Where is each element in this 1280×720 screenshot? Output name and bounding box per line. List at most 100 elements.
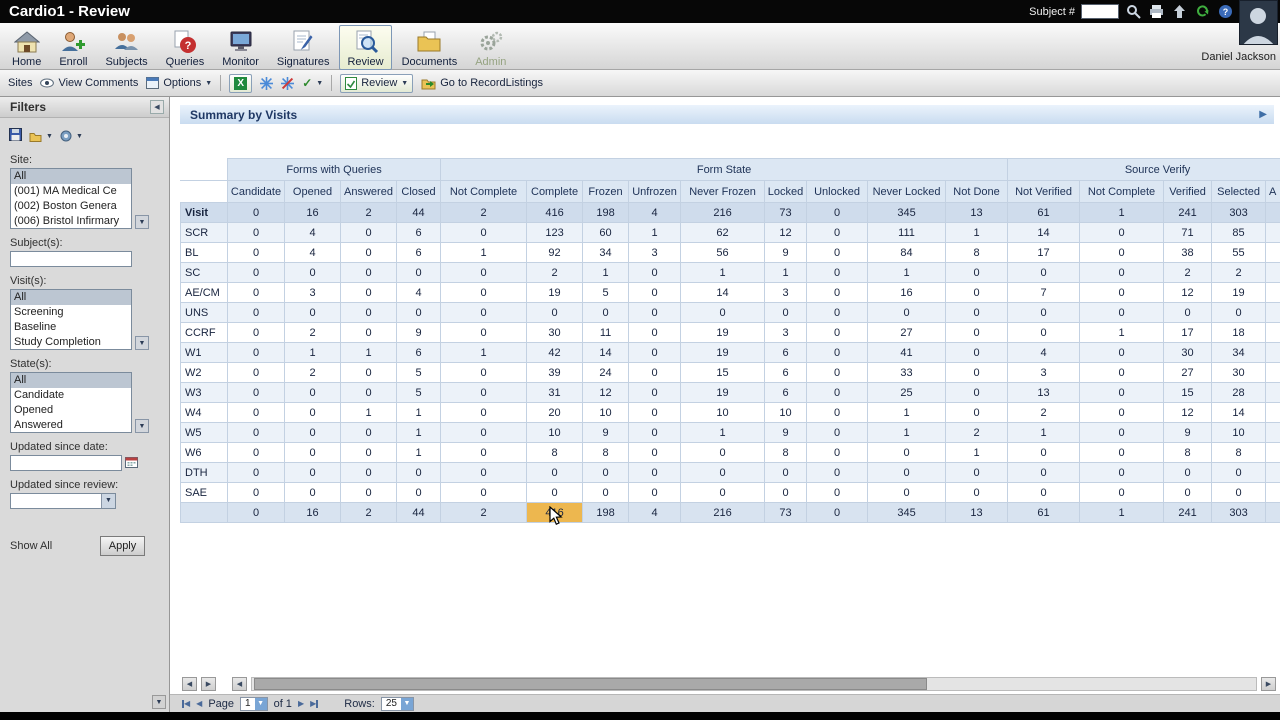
summary-cell[interactable]: 0 xyxy=(806,422,869,443)
summary-cell[interactable]: 0 xyxy=(806,222,869,243)
summary-cell[interactable]: 0 xyxy=(1007,462,1081,483)
summary-cell[interactable]: 34 xyxy=(582,242,630,263)
summary-cell[interactable]: 0 xyxy=(582,482,630,503)
summary-cell[interactable]: 0 xyxy=(340,222,397,243)
summary-cell[interactable]: 0 xyxy=(806,322,869,343)
summary-cell[interactable]: 0 xyxy=(628,302,682,323)
summary-cell[interactable]: 0 xyxy=(440,262,528,283)
summary-cell[interactable]: 0 xyxy=(945,402,1009,423)
summary-cell[interactable]: 0 xyxy=(1163,302,1213,323)
verify-button[interactable]: ✓ ▼ xyxy=(302,76,323,90)
summary-cell[interactable]: 28 xyxy=(1211,382,1267,403)
horizontal-scrollbar[interactable] xyxy=(251,677,1257,691)
summary-cell[interactable]: 0 xyxy=(806,362,869,383)
site-option[interactable]: (001) MA Medical Ce xyxy=(11,184,131,199)
unfreeze-button[interactable] xyxy=(281,76,295,90)
summary-cell[interactable]: 6 xyxy=(395,342,442,363)
summary-cell[interactable]: 38 xyxy=(1163,242,1213,263)
summary-cell[interactable]: 0 xyxy=(945,462,1009,483)
summary-cell[interactable]: 9 xyxy=(582,422,630,443)
save-filter-button[interactable] xyxy=(9,128,22,144)
user-avatar[interactable] xyxy=(1239,0,1278,45)
summary-cell[interactable]: 0 xyxy=(440,302,528,323)
summary-cell[interactable]: 8 xyxy=(582,442,630,463)
summary-cell[interactable]: 216 xyxy=(680,502,766,523)
summary-cell[interactable]: 0 xyxy=(440,482,528,503)
summary-cell[interactable]: 0 xyxy=(764,482,808,503)
summary-cell[interactable]: 0 xyxy=(582,462,630,483)
nav-signatures[interactable]: Signatures xyxy=(269,25,338,70)
summary-cell[interactable]: 6 xyxy=(395,242,442,263)
summary-cell[interactable]: 0 xyxy=(440,382,528,403)
apply-button[interactable]: Apply xyxy=(100,536,145,556)
state-option[interactable]: Answered xyxy=(11,418,131,432)
summary-cell[interactable]: 0 xyxy=(284,462,341,483)
summary-cell[interactable]: 0 xyxy=(1079,402,1165,423)
summary-cell[interactable]: 33 xyxy=(867,362,947,383)
summary-cell[interactable]: 0 xyxy=(1079,222,1165,243)
summary-cell[interactable]: 0 xyxy=(628,342,682,363)
summary-cell[interactable]: 0 xyxy=(1007,442,1081,463)
last-page-button[interactable]: ▶ xyxy=(310,699,319,708)
summary-cell[interactable]: 4 xyxy=(628,202,682,223)
updated-since-review-select[interactable]: ▼ xyxy=(10,493,116,509)
summary-cell[interactable]: 73 xyxy=(764,202,808,223)
summary-cell[interactable]: 0 xyxy=(628,322,682,343)
summary-cell[interactable]: 12 xyxy=(764,222,808,243)
column-scroll-left-button[interactable]: ◀ xyxy=(182,677,197,691)
summary-cell[interactable]: 1 xyxy=(867,422,947,443)
summary-cell[interactable]: 0 xyxy=(1079,382,1165,403)
summary-cell[interactable]: 0 xyxy=(945,482,1009,503)
subjects-input[interactable] xyxy=(10,251,132,267)
summary-cell[interactable]: 0 xyxy=(227,382,285,403)
summary-cell[interactable]: 2 xyxy=(284,322,341,343)
summary-cell[interactable]: 0 xyxy=(227,482,285,503)
summary-cell[interactable]: 0 xyxy=(1007,482,1081,503)
page-select[interactable]: 1 ▼ xyxy=(240,696,268,711)
summary-cell[interactable]: 10 xyxy=(764,402,808,423)
summary-cell[interactable]: 16 xyxy=(284,202,341,223)
summary-cell[interactable]: 0 xyxy=(227,442,285,463)
summary-cell[interactable]: 3 xyxy=(284,282,341,303)
summary-cell[interactable]: 18 xyxy=(1211,322,1267,343)
summary-cell[interactable]: 1 xyxy=(1007,422,1081,443)
summary-cell[interactable]: 8 xyxy=(764,442,808,463)
summary-cell[interactable]: 0 xyxy=(628,482,682,503)
summary-cell[interactable]: 0 xyxy=(227,462,285,483)
summary-cell[interactable]: 345 xyxy=(867,502,947,523)
summary-cell[interactable]: 39 xyxy=(526,362,584,383)
summary-cell[interactable]: 0 xyxy=(1079,442,1165,463)
summary-cell[interactable]: 0 xyxy=(680,462,766,483)
summary-cell[interactable]: 17 xyxy=(1007,242,1081,263)
states-dropdown-button[interactable]: ▼ xyxy=(135,419,149,433)
review-mode-button[interactable]: Review ▼ xyxy=(340,73,414,93)
summary-cell[interactable]: 0 xyxy=(806,342,869,363)
summary-cell[interactable]: 0 xyxy=(945,382,1009,403)
options-button[interactable]: Options ▼ xyxy=(146,77,212,89)
summary-cell[interactable]: 17 xyxy=(1163,322,1213,343)
summary-cell[interactable]: 0 xyxy=(227,282,285,303)
summary-cell[interactable]: 9 xyxy=(764,422,808,443)
summary-cell[interactable]: 1 xyxy=(680,422,766,443)
summary-cell[interactable]: 0 xyxy=(284,302,341,323)
summary-cell[interactable]: 0 xyxy=(806,502,869,523)
summary-cell[interactable]: 0 xyxy=(284,382,341,403)
summary-cell[interactable]: 12 xyxy=(1163,402,1213,423)
summary-cell[interactable]: 14 xyxy=(680,282,766,303)
summary-cell[interactable]: 1 xyxy=(945,442,1009,463)
summary-cell[interactable]: 56 xyxy=(680,242,766,263)
collapse-filters-button[interactable]: ◀ xyxy=(150,100,164,114)
summary-cell[interactable]: 0 xyxy=(806,202,869,223)
summary-cell[interactable]: 0 xyxy=(440,422,528,443)
summary-cell[interactable]: 0 xyxy=(227,242,285,263)
summary-cell[interactable]: 30 xyxy=(1163,342,1213,363)
summary-cell[interactable]: 0 xyxy=(284,442,341,463)
summary-cell[interactable]: 0 xyxy=(227,342,285,363)
summary-cell[interactable]: 0 xyxy=(227,302,285,323)
summary-cell[interactable]: 0 xyxy=(680,442,766,463)
summary-cell[interactable]: 0 xyxy=(806,482,869,503)
visit-option[interactable]: Baseline xyxy=(11,320,131,335)
summary-cell[interactable]: 241 xyxy=(1163,202,1213,223)
summary-cell[interactable]: 0 xyxy=(1163,482,1213,503)
summary-cell[interactable]: 92 xyxy=(526,242,584,263)
